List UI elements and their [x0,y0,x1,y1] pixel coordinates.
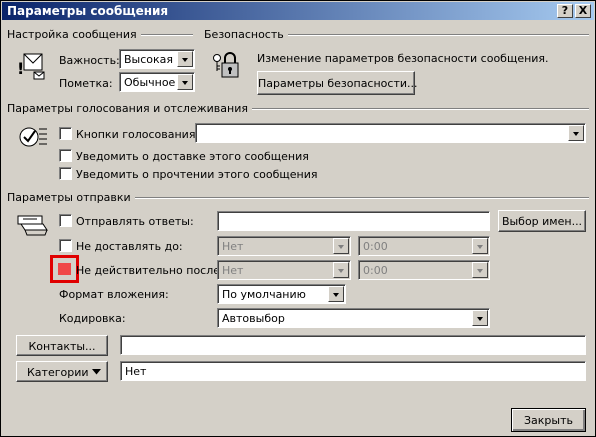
close-button[interactable]: Закрыть [511,408,586,432]
chevron-down-icon[interactable] [472,262,488,278]
svg-text:!: ! [17,59,24,78]
deliver-after-checkbox[interactable] [59,239,72,252]
expires-time-select[interactable]: 0:00 [358,260,490,280]
attachment-format-value: По умолчанию [222,288,306,301]
help-button[interactable]: ? [557,4,573,18]
send-hand-icon [17,215,48,236]
voting-buttons-label: Кнопки голосования: [76,128,200,141]
chevron-down-icon[interactable] [177,51,193,67]
close-label: Закрыть [524,414,573,427]
contacts-label: Контакты... [28,340,96,353]
reply-to-checkbox[interactable] [59,214,72,227]
chevron-down-icon [92,369,101,375]
voting-buttons-combobox[interactable] [195,123,586,143]
window-title: Параметры сообщения [7,4,169,18]
read-receipt-label: Уведомить о прочтении этого сообщения [76,168,318,181]
chevron-down-icon[interactable] [472,238,488,254]
categories-input[interactable]: Нет [120,361,586,381]
reply-to-label: Отправлять ответы: [76,215,194,228]
message-settings-group: Настройка сообщения [7,28,193,41]
deliver-after-time-select[interactable]: 0:00 [358,236,490,256]
categories-label: Категории [27,366,89,379]
chevron-down-icon[interactable] [472,310,488,326]
chevron-down-icon[interactable] [333,262,349,278]
voting-tracking-title: Параметры голосования и отслеживания [7,102,252,115]
reply-to-input[interactable] [217,211,490,231]
security-settings-button[interactable]: Параметры безопасности... [257,71,418,95]
contacts-input[interactable] [120,335,586,355]
chevron-down-icon[interactable] [333,238,349,254]
expires-checkbox[interactable] [58,263,71,275]
delivery-options-group: Параметры отправки [7,191,589,204]
delivery-options-title: Параметры отправки [7,191,135,204]
message-settings-title: Настройка сообщения [7,28,141,41]
security-group: Безопасность [204,28,589,41]
message-options-dialog: Параметры сообщения ? X Настройка сообще… [0,0,596,437]
importance-label: Важность: [59,54,120,67]
expires-date-value: Нет [222,264,244,277]
security-settings-label: Параметры безопасности... [258,77,418,90]
voting-tracking-group: Параметры голосования и отслеживания [7,102,589,115]
checkmark-list-icon [19,127,47,147]
security-description: Изменение параметров безопасности сообще… [257,52,549,65]
encoding-label: Кодировка: [59,312,126,325]
expires-label: Не действительно после: [76,264,224,277]
importance-select[interactable]: Высокая [119,49,195,69]
close-window-button[interactable]: X [575,4,591,18]
encoding-value: Автовыбор [222,312,285,325]
select-names-label: Выбор имен... [501,215,583,228]
contacts-button[interactable]: Контакты... [16,335,108,356]
deliver-after-date-value: Нет [222,240,244,253]
deliver-after-label: Не доставлять до: [76,240,183,253]
sensitivity-value: Обычное [124,76,176,89]
encoding-select[interactable]: Автовыбор [217,308,490,328]
expires-checkbox-highlight[interactable] [50,255,79,283]
expires-time-value: 0:00 [363,264,388,277]
delivery-receipt-label: Уведомить о доставке этого сообщения [76,150,309,163]
chevron-down-icon[interactable] [328,286,344,302]
deliver-after-time-value: 0:00 [363,240,388,253]
select-names-button[interactable]: Выбор имен... [498,210,586,232]
deliver-after-date-select[interactable]: Нет [217,236,351,256]
delivery-receipt-checkbox[interactable] [59,149,72,162]
importance-value: Высокая [124,53,174,66]
voting-buttons-checkbox[interactable] [59,127,72,140]
sensitivity-select[interactable]: Обычное [119,72,195,92]
lock-key-icon [213,52,239,78]
categories-value: Нет [125,365,147,378]
read-receipt-checkbox[interactable] [59,167,72,180]
attachment-format-select[interactable]: По умолчанию [217,284,346,304]
sensitivity-label: Пометка: [59,77,113,90]
categories-button[interactable]: Категории [16,361,108,382]
chevron-down-icon[interactable] [177,74,193,90]
attachment-format-label: Формат вложения: [59,288,169,301]
chevron-down-icon[interactable] [568,125,584,141]
title-bar[interactable]: Параметры сообщения ? X [2,2,594,20]
security-title: Безопасность [204,28,288,41]
expires-date-select[interactable]: Нет [217,260,351,280]
envelope-alert-icon: ! [17,53,45,80]
